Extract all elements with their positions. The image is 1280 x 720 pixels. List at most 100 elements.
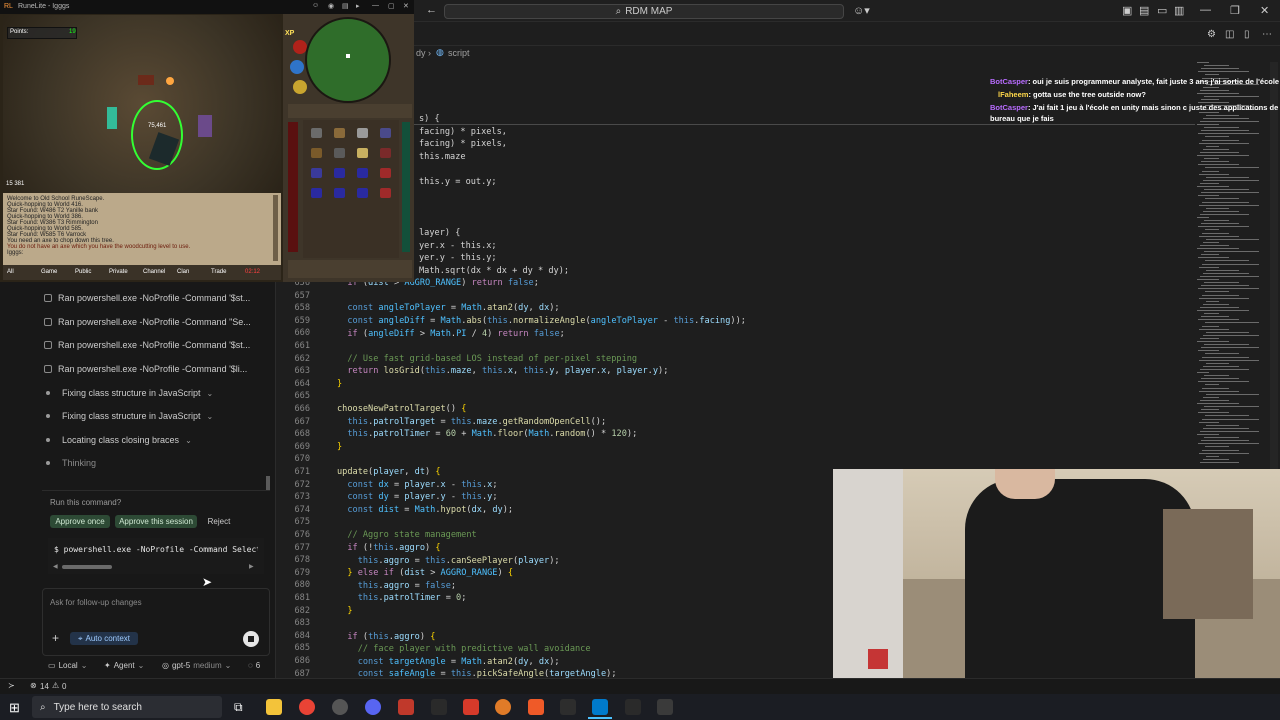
tool-run-item[interactable]: Ran powershell.exe -NoProfile -Command '…: [44, 293, 250, 303]
chrome-icon[interactable]: [299, 699, 315, 715]
command-scrollbar[interactable]: [62, 565, 112, 569]
discord-icon[interactable]: [365, 699, 381, 715]
game-inventory[interactable]: [303, 120, 399, 258]
breadcrumb-item[interactable]: dy: [416, 48, 426, 58]
app-icon[interactable]: [332, 699, 348, 715]
sidebar-scrollbar[interactable]: [266, 476, 270, 490]
settings-icon[interactable]: ⚙: [1207, 29, 1216, 40]
game-chat-tab[interactable]: All: [7, 269, 14, 275]
inventory-slot[interactable]: [334, 188, 345, 198]
inventory-slot[interactable]: [311, 128, 322, 138]
tool-run-item[interactable]: Ran powershell.exe -NoProfile -Command "…: [44, 317, 251, 327]
game-chat-tab[interactable]: Game: [41, 269, 57, 275]
inventory-slot[interactable]: [380, 128, 391, 138]
reasoning-step[interactable]: Fixing class structure in JavaScript ⌄: [46, 411, 213, 421]
layout-icon[interactable]: ▣: [1122, 4, 1132, 17]
game-chatbox[interactable]: Welcome to Old School RuneScape. Quick-h…: [3, 193, 281, 265]
game-viewport[interactable]: Points: 19 75,461 15 381: [3, 15, 281, 193]
agent-selector[interactable]: ✦ Agent ⌄: [104, 661, 144, 670]
task-view-icon[interactable]: ⧉: [234, 700, 243, 715]
error-icon[interactable]: ⊗: [30, 681, 37, 690]
inventory-slot[interactable]: [311, 168, 322, 178]
toggle-secondary-sidebar-icon[interactable]: ▥: [1174, 4, 1184, 17]
local-selector[interactable]: ▭ Local ⌄: [48, 661, 87, 670]
game-minimap[interactable]: [305, 17, 391, 103]
npc-figure[interactable]: [138, 75, 154, 85]
app-icon[interactable]: [625, 699, 641, 715]
followup-input[interactable]: Ask for follow-up changes: [50, 598, 142, 607]
inventory-slot[interactable]: [380, 148, 391, 158]
brave-icon[interactable]: [528, 699, 544, 715]
stop-button[interactable]: [243, 631, 259, 647]
inventory-slot[interactable]: [357, 188, 368, 198]
game-chat-tab[interactable]: Public: [75, 269, 91, 275]
split-right-icon[interactable]: ▯: [1244, 29, 1250, 40]
game-chat-tab[interactable]: 02:12: [245, 269, 260, 275]
tool-run-item[interactable]: Ran powershell.exe -NoProfile -Command '…: [44, 340, 250, 350]
inventory-slot[interactable]: [334, 128, 345, 138]
scroll-left-icon[interactable]: ◀: [53, 563, 58, 570]
warning-count[interactable]: 0: [62, 682, 66, 691]
tool-run-item[interactable]: Ran powershell.exe -NoProfile -Command '…: [44, 364, 247, 374]
minimize-icon[interactable]: —: [1200, 4, 1211, 16]
app-icon[interactable]: [431, 699, 447, 715]
model-selector[interactable]: ◎ gpt-5 medium ⌄: [162, 661, 231, 670]
warning-icon[interactable]: ⚠: [52, 681, 59, 690]
app-icon[interactable]: [560, 699, 576, 715]
app-icon[interactable]: [398, 699, 414, 715]
game-chat-tab[interactable]: Private: [109, 269, 128, 275]
game-chat-input[interactable]: Igggs:: [7, 250, 190, 256]
error-count[interactable]: 14: [40, 682, 49, 691]
inventory-slot[interactable]: [311, 188, 322, 198]
reject-button[interactable]: Reject: [201, 515, 237, 528]
remote-icon[interactable]: ≻: [8, 681, 15, 690]
toggle-panel-icon[interactable]: ▭: [1157, 4, 1167, 17]
game-close-icon[interactable]: ✕: [403, 2, 409, 10]
inventory-slot[interactable]: [380, 188, 391, 198]
screenshot-icon[interactable]: ◉: [328, 2, 334, 10]
expand-icon[interactable]: ▸: [356, 2, 360, 10]
back-arrow-icon[interactable]: ←: [426, 4, 437, 16]
npc-figure[interactable]: [198, 115, 212, 137]
game-maximize-icon[interactable]: ▢: [388, 2, 395, 10]
game-chat-tab[interactable]: Clan: [177, 269, 189, 275]
close-icon[interactable]: ✕: [1260, 4, 1269, 17]
reasoning-step[interactable]: Locating class closing braces ⌄: [46, 435, 192, 445]
game-chat-tab[interactable]: Channel: [143, 269, 165, 275]
taskbar-search[interactable]: ⌕ Type here to search: [32, 696, 222, 718]
add-context-icon[interactable]: +: [52, 631, 59, 645]
file-explorer-icon[interactable]: [266, 699, 282, 715]
game-chat-scrollbar[interactable]: [273, 195, 278, 261]
restore-icon[interactable]: ❐: [1230, 4, 1240, 17]
command-center[interactable]: ⌕ RDM MAP: [444, 4, 844, 19]
runelite-icon[interactable]: [657, 699, 673, 715]
inventory-slot[interactable]: [380, 168, 391, 178]
game-chat-tab[interactable]: Trade: [211, 269, 226, 275]
more-actions-icon[interactable]: ⋯: [1262, 29, 1272, 40]
inventory-slot[interactable]: [357, 128, 368, 138]
run-orb[interactable]: [293, 80, 307, 94]
breadcrumb-item[interactable]: script: [448, 48, 470, 58]
auto-context-chip[interactable]: ⌖ Auto context: [70, 632, 138, 645]
inventory-slot[interactable]: [334, 148, 345, 158]
notes-icon[interactable]: ▤: [342, 2, 349, 10]
prayer-orb[interactable]: [290, 60, 304, 74]
reasoning-step[interactable]: Fixing class structure in JavaScript ⌄: [46, 388, 213, 398]
toggle-sidebar-icon[interactable]: ▤: [1139, 4, 1149, 17]
inventory-slot[interactable]: [357, 148, 368, 158]
vscode-icon[interactable]: [592, 699, 608, 715]
editor-minimap[interactable]: [1195, 62, 1270, 472]
npc-figure[interactable]: [107, 107, 117, 129]
discord-icon[interactable]: ☺: [312, 2, 319, 9]
inventory-slot[interactable]: [357, 168, 368, 178]
inventory-slot[interactable]: [311, 148, 322, 158]
inventory-slot[interactable]: [334, 168, 345, 178]
game-minimize-icon[interactable]: —: [372, 2, 379, 9]
editor-scrollbar[interactable]: [1270, 62, 1278, 472]
app-icon[interactable]: [495, 699, 511, 715]
approve-session-button[interactable]: Approve this session: [115, 515, 197, 528]
scroll-right-icon[interactable]: ▶: [249, 563, 254, 570]
windows-start-icon[interactable]: ⊞: [9, 700, 20, 716]
approve-once-button[interactable]: Approve once: [50, 515, 110, 528]
app-icon[interactable]: [463, 699, 479, 715]
